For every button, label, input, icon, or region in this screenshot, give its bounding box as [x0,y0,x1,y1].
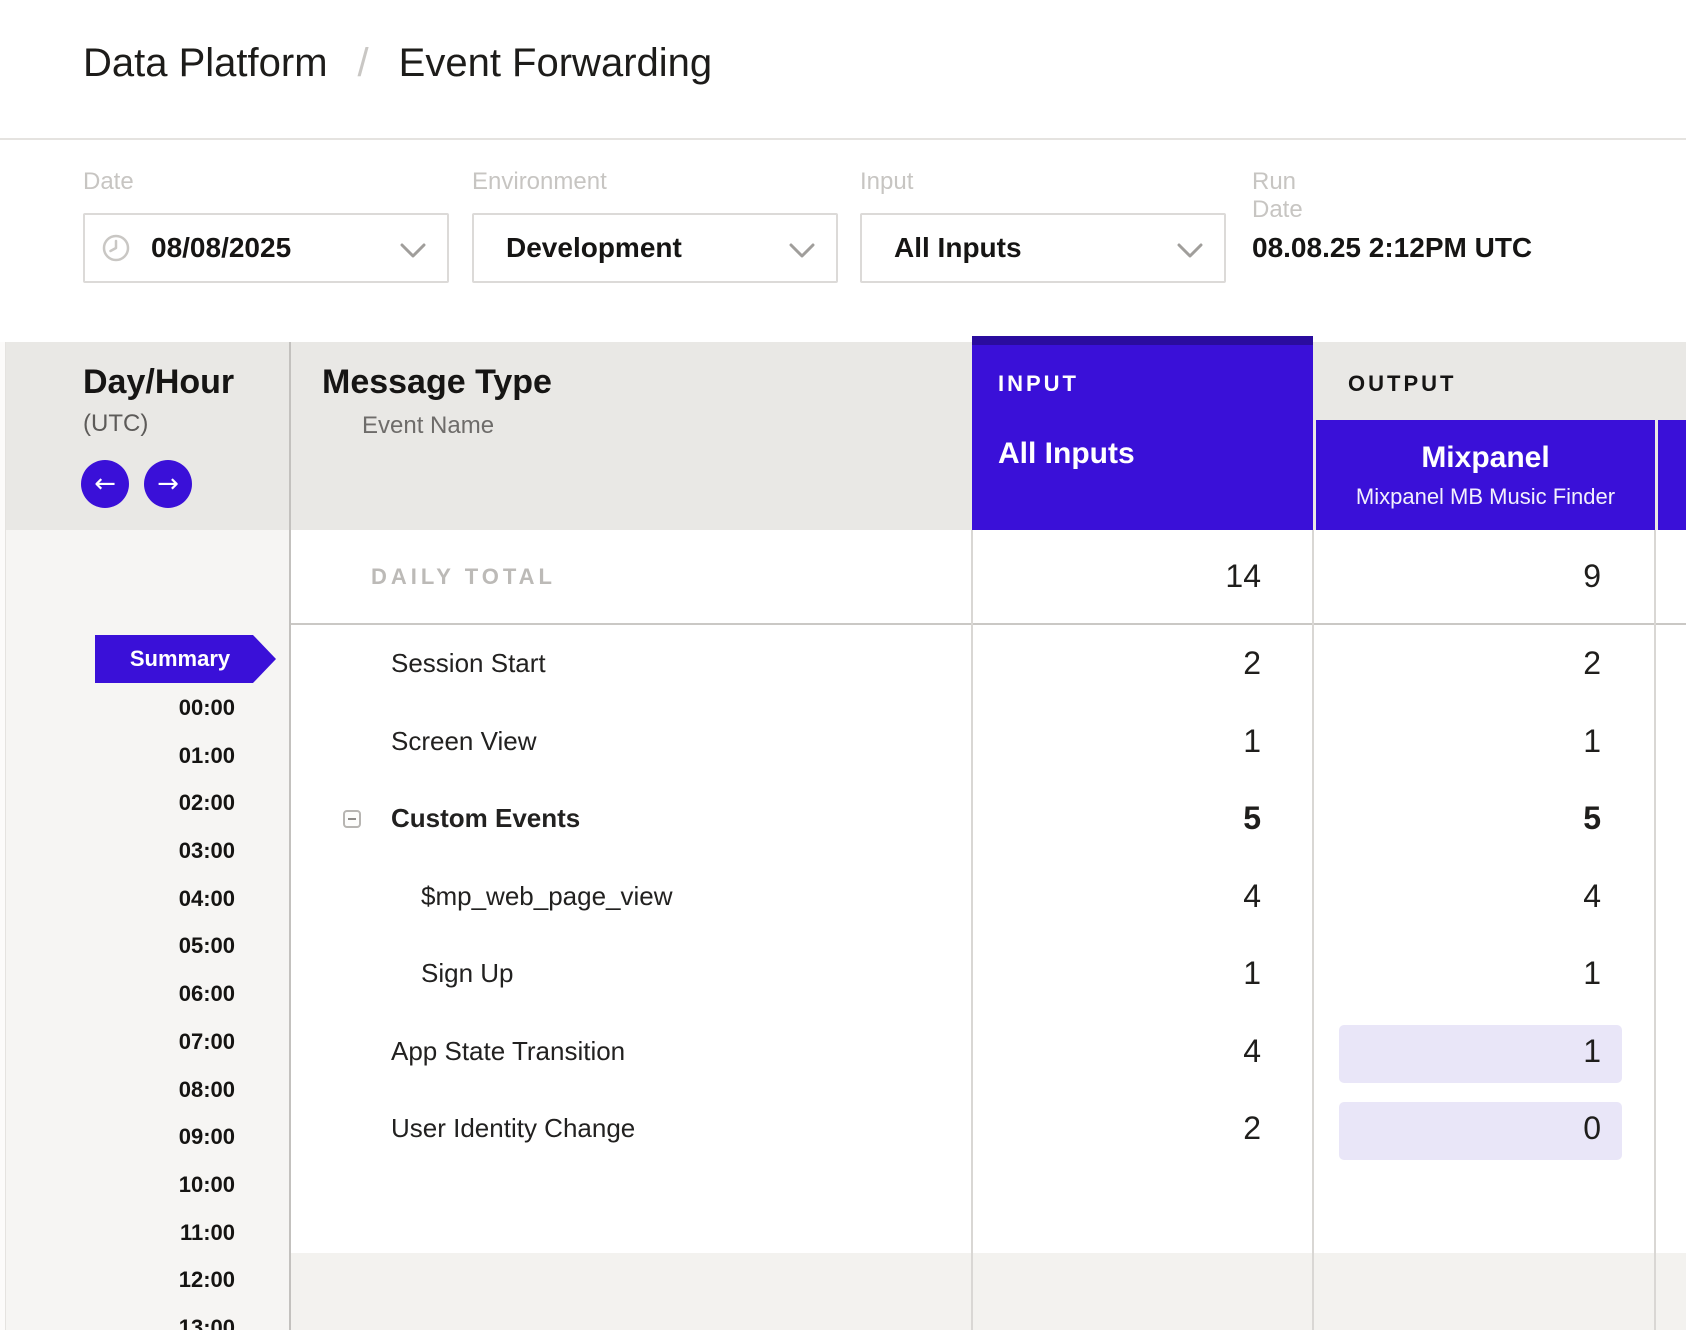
environment-value: Development [506,232,682,264]
input-value: All Inputs [894,232,1022,264]
row-output-value: 1 [1381,703,1601,781]
column-divider [1654,530,1656,1330]
collapse-minus-icon[interactable] [343,810,361,828]
row-output-value: 0 [1381,1090,1601,1168]
input-group-label: INPUT [998,371,1313,397]
breadcrumb: Data Platform / Event Forwarding [0,0,1686,140]
page-title: Event Forwarding [399,41,712,86]
chevron-down-icon [788,243,816,259]
row-label: Custom Events [391,780,580,858]
message-type-header: Message Type [322,362,552,402]
hour-label[interactable]: 12:00 [0,1256,235,1304]
next-output-column-partial [1658,420,1686,530]
filter-bar: Date 08/08/2025 Environment Development [0,140,1686,342]
table-row: Session Start 2 2 [0,625,1686,703]
daily-total-row: DAILY TOTAL 14 9 [0,530,1686,623]
chevron-down-icon [399,243,427,259]
daily-total-output-value: 9 [1381,530,1601,623]
date-value: 08/08/2025 [151,232,291,264]
output-column-header-mixpanel[interactable]: Mixpanel Mixpanel MB Music Finder [1316,420,1655,530]
date-select[interactable]: 08/08/2025 [83,213,449,283]
table-row: Sign Up 1 1 [0,935,1686,1013]
row-input-value: 2 [1041,625,1261,703]
column-divider [1312,530,1314,1330]
date-filter-label: Date [83,168,134,196]
row-output-value: 5 [1381,780,1601,858]
environment-select[interactable]: Development [472,213,838,283]
left-edge-line [5,342,6,1330]
message-rows: Session Start 2 2 Screen View 1 1 Custom… [0,625,1686,1168]
breadcrumb-separator: / [358,41,369,86]
row-output-value: 4 [1381,858,1601,936]
breadcrumb-parent[interactable]: Data Platform [83,41,328,86]
day-hour-header: Day/Hour [83,362,234,402]
input-column-accent-strip [972,336,1313,345]
row-output-value: 1 [1381,935,1601,1013]
row-input-value: 2 [1041,1090,1261,1168]
table-row: App State Transition 4 1 [0,1013,1686,1091]
row-input-value: 1 [1041,935,1261,1013]
row-input-value: 4 [1041,1013,1261,1091]
input-column-header: INPUT All Inputs [972,336,1313,530]
output-connection-name: Mixpanel MB Music Finder [1356,484,1615,510]
hour-label[interactable]: 11:00 [0,1209,235,1257]
daily-total-label: DAILY TOTAL [371,530,556,623]
clock-icon [101,233,131,263]
table-row: User Identity Change 2 0 [0,1090,1686,1168]
row-input-value: 4 [1041,858,1261,936]
table-header: Day/Hour (UTC) ← → Message Type Event Na… [0,342,1686,530]
input-column-name: All Inputs [998,437,1313,471]
row-input-value: 5 [1041,780,1261,858]
column-divider [971,530,973,1330]
row-output-value: 1 [1381,1013,1601,1091]
row-label: Sign Up [421,935,514,1013]
output-column-name: Mixpanel [1421,441,1549,475]
arrow-left-icon[interactable]: ← [81,460,129,508]
row-label: App State Transition [391,1013,625,1091]
event-name-subheader: Event Name [362,410,494,442]
table-row-custom-events: Custom Events 5 5 [0,780,1686,858]
row-label: $mp_web_page_view [421,858,673,936]
row-input-value: 1 [1041,703,1261,781]
input-select[interactable]: All Inputs [860,213,1226,283]
table-row: Screen View 1 1 [0,703,1686,781]
row-label: Session Start [391,625,546,703]
row-label: Screen View [391,703,537,781]
chevron-down-icon [1176,243,1204,259]
sidebar-divider [289,342,291,1330]
input-filter-label: Input [860,168,913,196]
row-output-value: 2 [1381,625,1601,703]
environment-filter-label: Environment [472,168,607,196]
table-footer-band [290,1253,1686,1330]
row-label: User Identity Change [391,1090,635,1168]
table-row: $mp_web_page_view 4 4 [0,858,1686,936]
day-hour-timezone: (UTC) [83,408,148,440]
daily-total-input-value: 14 [1041,530,1261,623]
run-date-value: 08.08.25 2:12PM UTC [1252,213,1532,283]
output-group-label: OUTPUT [1348,370,1456,398]
hour-label[interactable]: 13:00 [0,1304,235,1330]
event-forwarding-page: Data Platform / Event Forwarding Date 08… [0,0,1686,1330]
arrow-right-icon[interactable]: → [144,460,192,508]
hour-label[interactable]: 10:00 [0,1161,235,1209]
